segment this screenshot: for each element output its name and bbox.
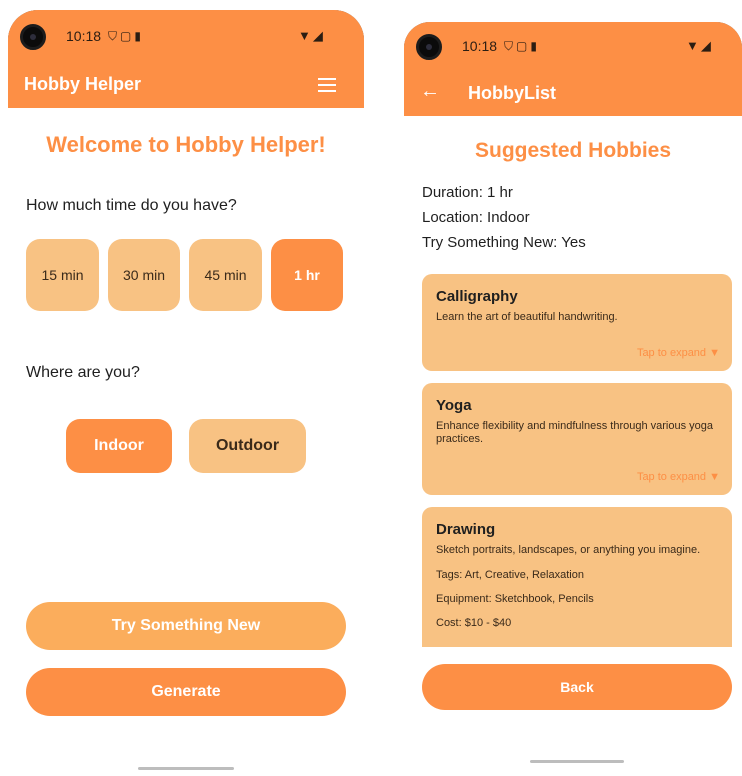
welcome-heading: Welcome to Hobby Helper! <box>46 132 326 157</box>
card-icon: ▮ <box>530 39 540 53</box>
wifi-icon: ▼ <box>298 28 313 43</box>
app-title: Hobby Helper <box>24 74 142 94</box>
status-bar: 10:18 ⛉▢▮ ▼◢ <box>404 22 742 72</box>
time-option-1hr[interactable]: 1 hr <box>271 239 343 311</box>
status-right-icons: ▼◢ <box>298 28 325 44</box>
card-icon: ▮ <box>134 29 144 43</box>
camera-icon <box>20 24 46 50</box>
time-option-15[interactable]: 15 min <box>26 239 99 311</box>
hobby-card-desc: Enhance flexibility and mindfulness thro… <box>436 420 713 445</box>
time-option-30[interactable]: 30 min <box>108 239 180 311</box>
status-bar: 10:18 ⛉▢▮ ▼◢ <box>8 10 364 62</box>
home-screen: 10:18 ⛉▢▮ ▼◢ Hobby Helper Welcome to Hob… <box>8 10 364 776</box>
try-something-new-button[interactable]: Try Something New <box>26 602 346 650</box>
status-time: 10:18 <box>66 28 102 44</box>
sim-icon: ▢ <box>516 39 531 53</box>
wifi-icon: ▼ <box>686 38 701 53</box>
sim-icon: ▢ <box>120 29 135 43</box>
try-new-line: Try Something New: Yes <box>422 234 586 251</box>
hobby-card-desc: Sketch portraits, landscapes, or anythin… <box>436 544 701 556</box>
camera-icon <box>416 34 442 60</box>
hobby-card-tags: Tags: Art, Creative, Relaxation <box>436 569 584 581</box>
generate-button[interactable]: Generate <box>26 668 346 716</box>
hobby-card-desc: Learn the art of beautiful handwriting. <box>436 311 618 323</box>
home-indicator[interactable] <box>530 760 624 763</box>
hobby-card-equipment: Equipment: Sketchbook, Pencils <box>436 593 594 605</box>
tap-to-expand[interactable]: Tap to expand ▼ <box>637 471 720 483</box>
hobby-card-drawing[interactable]: Drawing Sketch portraits, landscapes, or… <box>422 507 732 647</box>
status-left-icons: ⛉▢▮ <box>504 39 540 54</box>
suggested-hobbies-heading: Suggested Hobbies <box>474 139 672 162</box>
status-left-icons: ⛉▢▮ <box>108 29 144 44</box>
signal-icon: ◢ <box>700 38 713 53</box>
shield-icon: ⛉ <box>108 29 121 43</box>
hobby-list-screen: 10:18 ⛉▢▮ ▼◢ ← HobbyList Suggested Hobbi… <box>404 22 742 772</box>
app-bar: ← HobbyList <box>404 72 742 116</box>
time-question: How much time do you have? <box>26 197 237 214</box>
hobby-card-title: Yoga <box>436 397 472 414</box>
tap-to-expand[interactable]: Tap to expand ▼ <box>637 347 720 359</box>
location-option-indoor[interactable]: Indoor <box>66 419 172 473</box>
status-right-icons: ▼◢ <box>686 38 713 54</box>
hobby-card-title: Drawing <box>436 521 496 538</box>
time-option-45[interactable]: 45 min <box>189 239 262 311</box>
back-arrow-icon[interactable]: ← <box>420 80 440 103</box>
app-bar: Hobby Helper <box>8 62 364 108</box>
signal-icon: ◢ <box>312 28 325 43</box>
hobby-card-title: Calligraphy <box>436 288 518 305</box>
back-button[interactable]: Back <box>422 664 732 710</box>
shield-icon: ⛉ <box>504 39 517 53</box>
hobby-card-calligraphy[interactable]: Calligraphy Learn the art of beautiful h… <box>422 274 732 371</box>
hobby-card-yoga[interactable]: Yoga Enhance flexibility and mindfulness… <box>422 383 732 495</box>
phone-frame-right: 10:18 ⛉▢▮ ▼◢ ← HobbyList Suggested Hobbi… <box>404 22 742 772</box>
duration-line: Duration: 1 hr <box>422 184 513 201</box>
hobby-card-cost: Cost: $10 - $40 <box>436 617 512 629</box>
menu-icon[interactable] <box>318 78 336 92</box>
location-question: Where are you? <box>26 364 140 381</box>
phone-frame-left: 10:18 ⛉▢▮ ▼◢ Hobby Helper Welcome to Hob… <box>8 10 364 776</box>
home-indicator[interactable] <box>138 767 234 770</box>
status-time: 10:18 <box>462 38 498 54</box>
location-line: Location: Indoor <box>422 209 530 226</box>
location-option-outdoor[interactable]: Outdoor <box>189 419 306 473</box>
app-title: HobbyList <box>468 83 556 103</box>
